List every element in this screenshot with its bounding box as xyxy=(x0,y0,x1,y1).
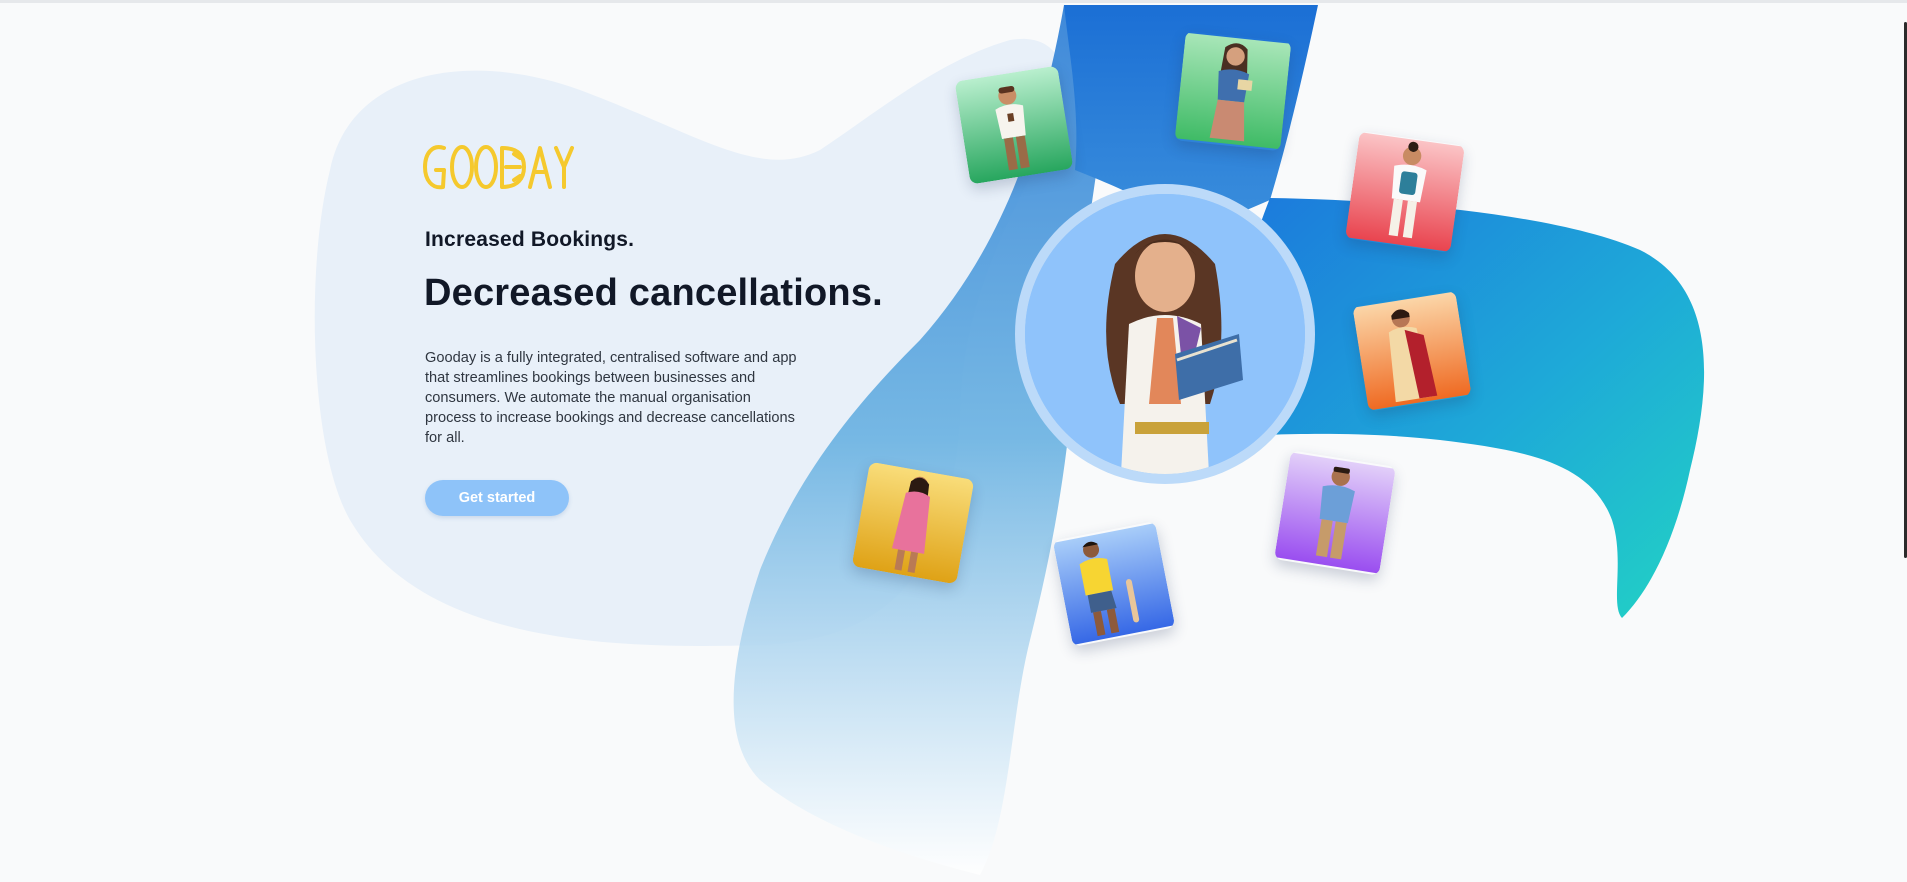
background-shapes xyxy=(314,5,1705,875)
man-blue-shirt-avatar xyxy=(1274,450,1396,575)
hero-description: Gooday is a fully integrated, centralise… xyxy=(425,350,797,446)
get-started-button[interactable]: Get started xyxy=(425,480,569,516)
hero-heading: Decreased cancellations. xyxy=(424,272,883,314)
woman-saree-avatar xyxy=(1352,291,1472,412)
man-glasses-coffee-avatar xyxy=(954,65,1074,185)
boy-yellow-shirt-avatar xyxy=(1053,521,1176,647)
gooday-logo xyxy=(423,145,574,190)
hero-subheading: Increased Bookings. xyxy=(425,228,635,251)
teacher-woman-avatar xyxy=(1025,194,1305,474)
woman-pink-dress-avatar xyxy=(851,461,975,585)
woman-books-avatar xyxy=(1174,31,1292,151)
man-backpack-avatar xyxy=(1345,131,1465,253)
